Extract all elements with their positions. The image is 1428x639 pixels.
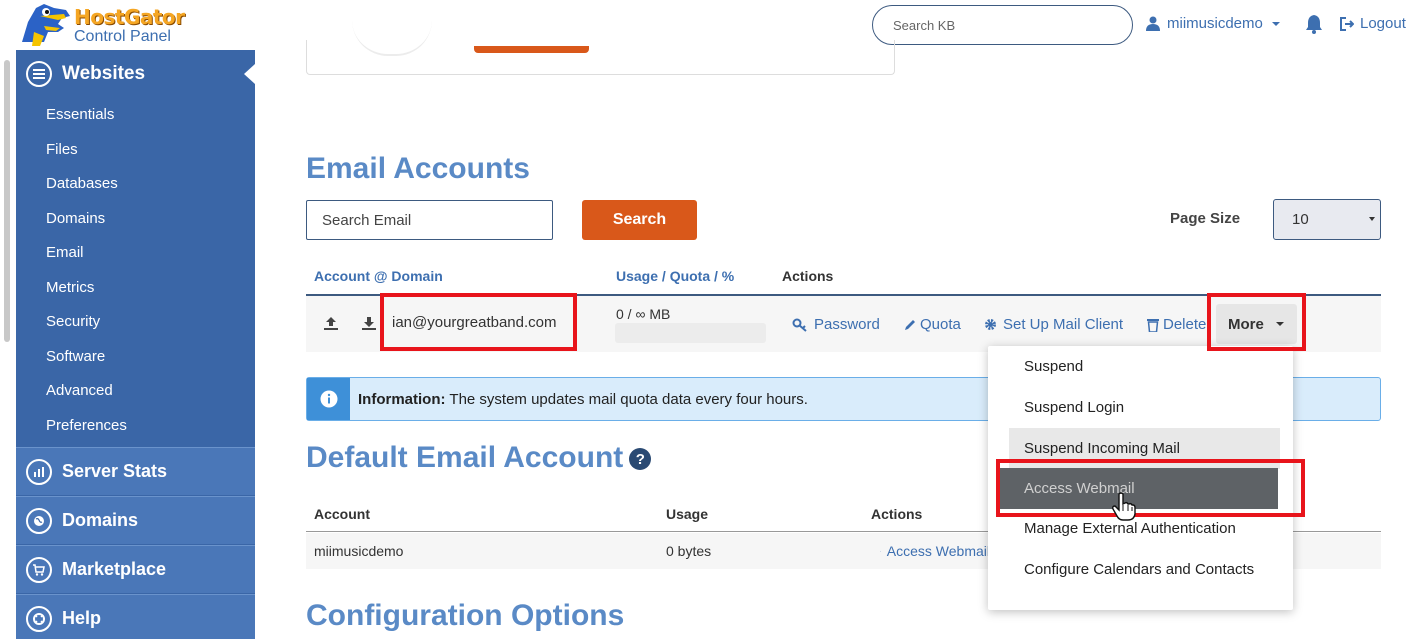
email-account-cell: ian@yourgreatband.com [392, 314, 557, 331]
sidebar-items: Essentials Files Databases Domains Email… [16, 98, 255, 443]
info-icon [307, 378, 350, 420]
trash-icon [1147, 318, 1159, 332]
upload-icon[interactable] [323, 315, 339, 331]
page-size-select[interactable]: 10 [1273, 199, 1381, 240]
more-dropdown-button[interactable]: More [1216, 304, 1297, 344]
search-kb-input[interactable] [872, 5, 1133, 45]
sidebar-section-marketplace[interactable]: Marketplace [16, 545, 255, 593]
gator-mascot-icon [22, 4, 70, 46]
sidebar-scrollbar[interactable] [4, 60, 10, 342]
sidebar-item-files[interactable]: Files [16, 133, 255, 168]
gear-icon [985, 319, 996, 330]
page-size-value: 10 [1292, 211, 1309, 228]
access-webmail-link[interactable]: Access Webmail [880, 543, 990, 559]
help-icon [26, 605, 52, 632]
sidebar-item-email[interactable]: Email [16, 236, 255, 271]
quota-label: Quota [920, 316, 961, 333]
notifications-bell[interactable] [1305, 14, 1323, 39]
sidebar-item-preferences[interactable]: Preferences [16, 409, 255, 444]
more-dropdown-menu: Suspend Suspend Login Suspend Incoming M… [988, 346, 1293, 610]
logout-label: Logout [1360, 15, 1406, 32]
more-label: More [1228, 315, 1264, 333]
sidebar-section-websites[interactable]: Websites [16, 50, 255, 98]
access-webmail-label: Access Webmail [886, 543, 990, 559]
column-header-usage[interactable]: Usage / Quota / % [616, 268, 734, 284]
logout-link[interactable]: Logout [1340, 15, 1406, 32]
sidebar-section-label: Help [62, 608, 102, 628]
default-email-title: Default Email Account? [306, 441, 652, 475]
sidebar: Websites Essentials Files Databases Doma… [16, 50, 255, 639]
globe-icon [26, 507, 52, 534]
email-accounts-title: Email Accounts [306, 152, 530, 185]
sidebar-section-help[interactable]: Help [16, 594, 255, 639]
brand-subtitle: Control Panel [74, 28, 171, 45]
chevron-down-icon [1369, 217, 1375, 221]
hostgator-logo[interactable]: HostGator Control Panel [14, 2, 194, 48]
usage-value: 0 / ∞ MB [616, 306, 671, 322]
pencil-icon [905, 320, 915, 330]
sidebar-item-security[interactable]: Security [16, 305, 255, 340]
menu-item-suspend-incoming-mail[interactable]: Suspend Incoming Mail [1009, 428, 1280, 469]
sidebar-item-advanced[interactable]: Advanced [16, 374, 255, 409]
configuration-options-title: Configuration Options [306, 599, 625, 632]
menu-item-manage-external-auth[interactable]: Manage External Authentication [988, 508, 1293, 549]
username: miimusicdemo [1167, 15, 1263, 32]
usage-progress-bar [615, 323, 766, 343]
info-text: The system updates mail quota data every… [449, 391, 808, 408]
info-message: Information: The system updates mail quo… [358, 391, 808, 408]
column-header-account: Account [314, 506, 370, 522]
chevron-down-icon [1275, 322, 1284, 326]
user-menu[interactable]: miimusicdemo [1146, 15, 1280, 32]
sidebar-section-domains[interactable]: Domains [16, 496, 255, 544]
menu-item-suspend[interactable]: Suspend [988, 346, 1293, 387]
sidebar-item-metrics[interactable]: Metrics [16, 271, 255, 306]
page-size-label: Page Size [1170, 210, 1241, 227]
sidebar-item-essentials[interactable]: Essentials [16, 98, 255, 133]
password-label: Password [814, 316, 880, 333]
active-indicator [244, 64, 255, 84]
brand-name: HostGator [74, 5, 185, 29]
user-icon [1146, 16, 1160, 31]
logout-icon [1340, 16, 1354, 31]
cart-icon [26, 556, 52, 583]
menu-item-suspend-login[interactable]: Suspend Login [988, 387, 1293, 428]
delete-label: Delete [1163, 316, 1207, 333]
info-label: Information: [358, 391, 446, 408]
key-icon [792, 318, 807, 332]
chart-icon [26, 458, 52, 485]
external-link-icon [880, 550, 881, 552]
search-email-input[interactable] [306, 200, 553, 240]
menu-item-configure-calendars[interactable]: Configure Calendars and Contacts [988, 549, 1293, 590]
search-button[interactable]: Search [582, 200, 697, 240]
default-email-title-text: Default Email Account [306, 441, 624, 474]
websites-icon [26, 61, 52, 87]
password-action[interactable]: Password [792, 316, 880, 333]
sidebar-section-server-stats[interactable]: Server Stats [16, 447, 255, 495]
delete-action[interactable]: Delete [1147, 316, 1209, 333]
sidebar-item-databases[interactable]: Databases [16, 167, 255, 202]
hand-cursor-icon [1112, 492, 1136, 521]
bell-icon [1306, 15, 1322, 34]
sidebar-item-domains[interactable]: Domains [16, 202, 255, 237]
sidebar-item-software[interactable]: Software [16, 340, 255, 375]
sidebar-section-label: Domains [62, 510, 139, 530]
download-icon[interactable] [361, 315, 377, 331]
column-header-usage: Usage [666, 506, 709, 522]
default-account-cell: miimusicdemo [314, 543, 404, 559]
sidebar-section-label: Websites [62, 63, 146, 84]
quota-action[interactable]: Quota [904, 316, 961, 333]
column-header-actions: Actions [871, 506, 923, 522]
column-header-actions: Actions [782, 268, 834, 284]
sidebar-section-label: Server Stats [62, 461, 168, 481]
default-usage-cell: 0 bytes [666, 543, 712, 559]
top-card-button[interactable] [474, 46, 589, 53]
setup-mail-client-action[interactable]: Set Up Mail Client [984, 316, 1123, 333]
setup-mail-client-label: Set Up Mail Client [1003, 316, 1124, 333]
menu-item-access-webmail[interactable]: Access Webmail [998, 468, 1278, 509]
question-icon[interactable]: ? [629, 448, 652, 471]
chevron-down-icon [1271, 21, 1280, 26]
column-header-account[interactable]: Account @ Domain [314, 268, 443, 284]
sidebar-section-label: Marketplace [62, 559, 167, 579]
